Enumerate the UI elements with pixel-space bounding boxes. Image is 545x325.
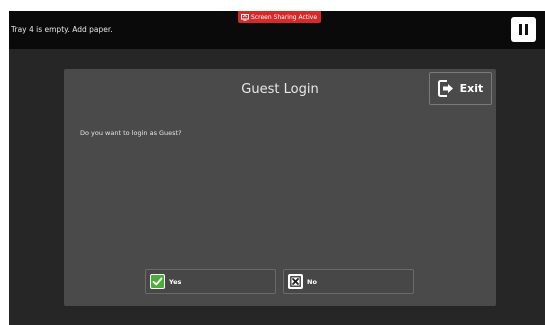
dialog-question: Do you want to login as Guest?	[80, 129, 182, 137]
device-screen: Tray 4 is empty. Add paper. Screen Shari…	[9, 11, 545, 325]
screen-sharing-badge: Screen Sharing Active	[238, 11, 322, 23]
pause-button[interactable]	[511, 17, 536, 42]
screen-sharing-label: Screen Sharing Active	[251, 13, 318, 21]
x-icon	[288, 274, 303, 289]
status-message: Tray 4 is empty. Add paper.	[11, 25, 113, 34]
pause-icon	[519, 24, 528, 35]
no-button[interactable]: No	[283, 269, 414, 294]
guest-login-dialog: Guest Login Exit Do you want to login as…	[64, 69, 496, 306]
screen-share-icon	[241, 13, 249, 21]
no-label: No	[307, 277, 317, 286]
exit-icon	[437, 80, 455, 97]
yes-button[interactable]: Yes	[145, 269, 276, 294]
exit-label: Exit	[459, 82, 484, 95]
status-bar: Tray 4 is empty. Add paper. Screen Shari…	[9, 11, 545, 49]
check-icon	[150, 274, 165, 289]
exit-button[interactable]: Exit	[429, 72, 492, 105]
yes-label: Yes	[169, 277, 182, 286]
